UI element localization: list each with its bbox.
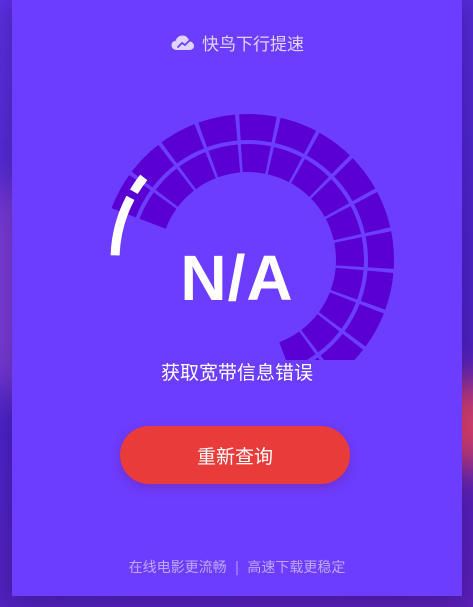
gauge-segment bbox=[239, 114, 277, 143]
footer-separator: | bbox=[234, 560, 240, 576]
status-message: 获取宽带信息错误 bbox=[160, 362, 313, 384]
gauge-segment bbox=[240, 144, 271, 174]
gauge-segment bbox=[354, 191, 391, 234]
gauge-value: N/A bbox=[180, 242, 294, 314]
gauge-segment bbox=[274, 117, 317, 154]
speed-card: 快鸟下行提速 N/A 获取宽带信息错误 重新查询 在线电影更流畅 | 高速下载更稳定 bbox=[12, 0, 462, 596]
footer-right-text: 高速下载更稳定 bbox=[247, 560, 346, 576]
footer: 在线电影更流畅 | 高速下载更稳定 bbox=[12, 557, 462, 577]
footer-left-text: 在线电影更流畅 bbox=[128, 560, 227, 576]
retry-button[interactable]: 重新查询 bbox=[120, 426, 350, 484]
gauge-segment bbox=[198, 114, 238, 148]
